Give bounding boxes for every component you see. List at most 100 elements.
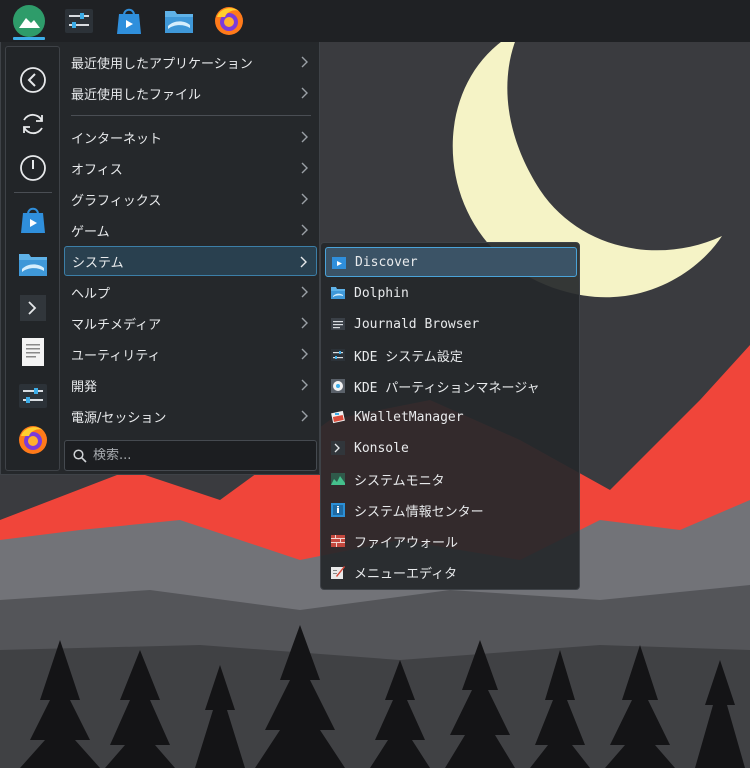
submenu-item-system-monitor[interactable]: システムモニタ	[325, 464, 577, 494]
chevron-right-icon	[301, 224, 308, 236]
chevron-right-icon	[301, 286, 308, 298]
chevron-right-icon	[301, 348, 308, 360]
submenu-item-partition-manager[interactable]: KDE パーティションマネージャ	[325, 371, 577, 401]
category-games[interactable]: ゲーム	[64, 215, 317, 245]
category-label: オフィス	[71, 162, 123, 178]
submenu-item-label: ファイアウォール	[354, 535, 459, 551]
system-settings-launcher[interactable]	[54, 0, 104, 42]
application-launcher-icon	[13, 5, 45, 37]
system-settings-icon	[331, 349, 345, 361]
dolphin-launcher[interactable]	[154, 0, 204, 42]
discover-icon	[117, 8, 141, 34]
category-label: 開発	[71, 379, 98, 395]
firewall-icon	[331, 535, 345, 547]
category-system[interactable]: システム	[64, 246, 317, 276]
category-label: マルチメディア	[71, 317, 162, 333]
category-label: システム	[72, 255, 124, 271]
category-label: グラフィックス	[71, 193, 162, 209]
system-monitor-icon	[331, 473, 345, 485]
reboot-button[interactable]	[17, 108, 49, 140]
submenu-item-konsole[interactable]: Konsole	[325, 433, 577, 463]
submenu-item-journald-browser[interactable]: Journald Browser	[325, 309, 577, 339]
category-label: 最近使用したファイル	[71, 87, 202, 103]
submenu-item-kde-system-settings[interactable]: KDE システム設定	[325, 340, 577, 370]
submenu-item-label: Dolphin	[354, 285, 409, 301]
category-power-session[interactable]: 電源/セッション	[64, 401, 317, 431]
chevron-right-icon	[301, 162, 308, 174]
chevron-right-icon	[301, 379, 308, 391]
category-label: ユーティリティ	[71, 348, 161, 364]
menu-editor-icon	[331, 566, 345, 579]
favorite-dolphin[interactable]	[17, 248, 49, 280]
submenu-item-label: KDE パーティションマネージャ	[354, 380, 540, 396]
search-box[interactable]	[64, 440, 317, 471]
submenu-item-firewall[interactable]: ファイアウォール	[325, 526, 577, 556]
submenu-item-discover[interactable]: Discover	[325, 247, 577, 277]
top-panel	[0, 0, 750, 42]
favorite-konsole[interactable]	[17, 292, 49, 324]
category-development[interactable]: 開発	[64, 370, 317, 400]
dolphin-icon	[165, 11, 193, 33]
system-settings-icon	[65, 9, 93, 33]
category-graphics[interactable]: グラフィックス	[64, 184, 317, 214]
favorite-firefox[interactable]	[17, 424, 49, 456]
chevron-right-icon	[301, 317, 308, 329]
category-office[interactable]: オフィス	[64, 153, 317, 183]
application-menu: 最近使用したアプリケーション 最近使用したファイル インターネット オフィス グ…	[0, 42, 320, 475]
firefox-launcher[interactable]	[204, 0, 254, 42]
application-launcher-button[interactable]	[4, 0, 54, 42]
search-input[interactable]	[93, 448, 293, 463]
chevron-right-icon	[301, 87, 308, 99]
chevron-right-icon	[301, 56, 308, 68]
category-label: ヘルプ	[71, 286, 111, 302]
submenu-item-info-center[interactable]: システム情報センター	[325, 495, 577, 525]
favorites-separator	[14, 192, 52, 193]
category-label: 最近使用したアプリケーション	[71, 56, 253, 72]
back-button[interactable]	[17, 64, 49, 96]
partition-manager-icon	[331, 379, 345, 393]
shutdown-button[interactable]	[17, 152, 49, 184]
favorite-text-editor[interactable]	[17, 336, 49, 368]
back-icon	[20, 67, 46, 93]
submenu-item-menu-editor[interactable]: メニューエディタ	[325, 557, 577, 587]
submenu-item-label: システムモニタ	[354, 473, 445, 489]
firefox-icon	[215, 7, 243, 35]
category-label: ゲーム	[71, 224, 110, 240]
category-recent-applications[interactable]: 最近使用したアプリケーション	[64, 47, 317, 77]
category-help[interactable]: ヘルプ	[64, 277, 317, 307]
system-settings-icon	[19, 384, 47, 408]
submenu-item-label: Discover	[355, 254, 418, 270]
submenu-item-label: システム情報センター	[354, 504, 484, 520]
category-separator	[71, 115, 311, 116]
chevron-right-icon	[301, 193, 308, 205]
search-icon	[73, 448, 87, 463]
category-multimedia[interactable]: マルチメディア	[64, 308, 317, 338]
journald-browser-icon	[331, 318, 345, 330]
konsole-icon	[20, 295, 46, 321]
chevron-right-icon	[301, 410, 308, 422]
system-submenu: Discover Dolphin Journald Browser KDE シス…	[320, 242, 580, 590]
reboot-icon	[23, 113, 43, 135]
dolphin-icon	[19, 254, 47, 276]
discover-icon	[21, 207, 45, 233]
chevron-right-icon	[300, 256, 307, 268]
submenu-item-dolphin[interactable]: Dolphin	[325, 278, 577, 308]
category-label: 電源/セッション	[71, 410, 167, 426]
submenu-item-label: Konsole	[354, 440, 409, 456]
category-recent-files[interactable]: 最近使用したファイル	[64, 78, 317, 108]
submenu-item-kwalletmanager[interactable]: KWalletManager	[325, 402, 577, 432]
submenu-item-label: Journald Browser	[354, 316, 480, 332]
category-internet[interactable]: インターネット	[64, 122, 317, 152]
discover-icon	[332, 257, 346, 269]
favorite-discover[interactable]	[17, 204, 49, 236]
category-utilities[interactable]: ユーティリティ	[64, 339, 317, 369]
favorites-sidebar	[5, 46, 60, 471]
submenu-item-label: メニューエディタ	[354, 566, 458, 582]
firefox-icon	[19, 426, 47, 454]
favorite-system-settings[interactable]	[17, 380, 49, 412]
discover-launcher[interactable]	[104, 0, 154, 42]
chevron-right-icon	[301, 131, 308, 143]
power-icon	[20, 155, 46, 181]
submenu-item-label: KDE システム設定	[354, 349, 463, 365]
konsole-icon	[331, 441, 345, 455]
